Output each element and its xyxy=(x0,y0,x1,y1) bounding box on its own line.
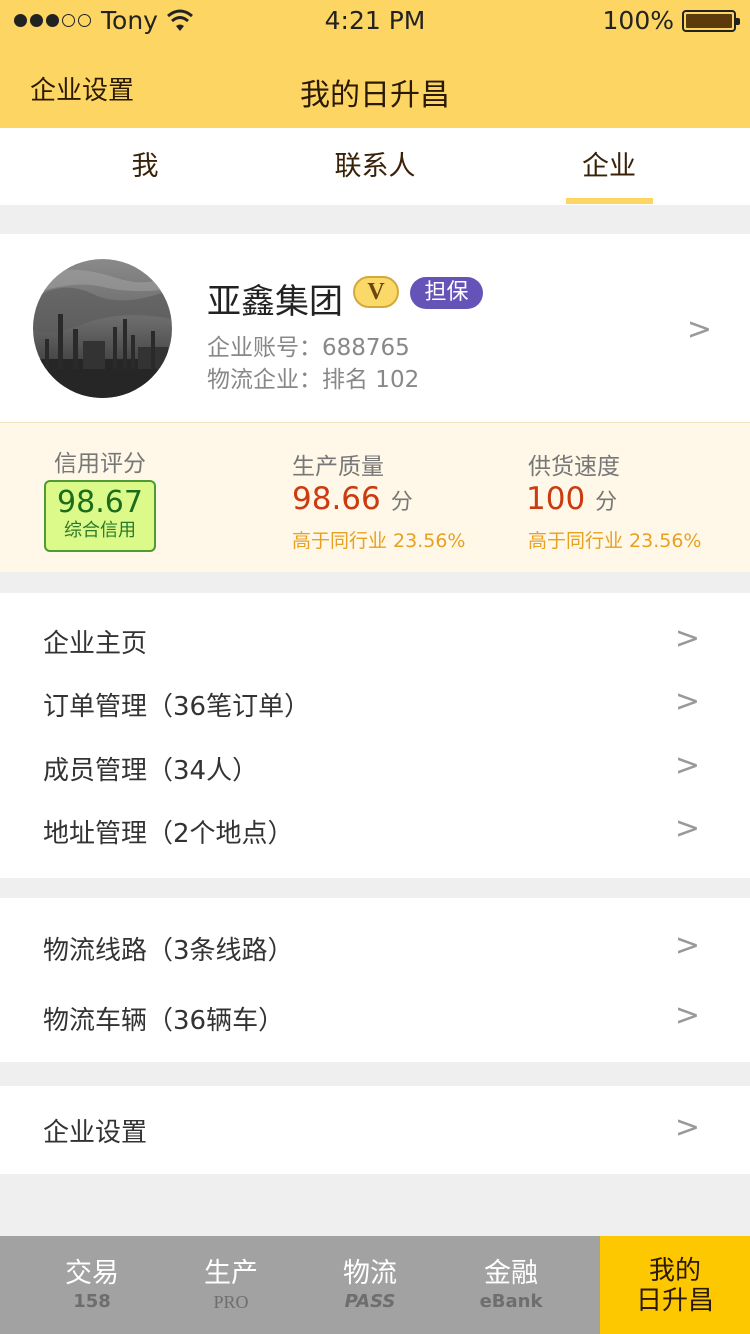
credit-score-sub: 综合信用 xyxy=(64,520,136,541)
chevron-right-icon: > xyxy=(674,1110,700,1145)
quality-unit: 分 xyxy=(390,490,413,515)
credit-score-box: 98.67 综合信用 xyxy=(44,480,156,552)
tab-enterprise[interactable]: 企业 xyxy=(524,128,694,205)
menu-item-label: 物流车辆（36辆车） xyxy=(43,1006,285,1036)
credit-score-value: 98.67 xyxy=(57,485,143,520)
quality-value-group: 98.66 分 xyxy=(292,481,413,517)
bottom-tab-bar: 交易 158 生产 PRO 物流 PASS 金融 eBank 我的 日升昌 xyxy=(0,1236,750,1334)
tab-me[interactable]: 我 xyxy=(60,128,230,205)
tab-trade-label: 交易 xyxy=(65,1258,119,1289)
chevron-right-icon: > xyxy=(674,621,700,656)
menu-item-settings[interactable]: 企业设置 > xyxy=(0,1100,750,1160)
menu-group-enterprise: 企业主页 > 订单管理（36笔订单） > 成员管理（34人） > 地址管理（2个… xyxy=(0,593,750,878)
company-stats: 信用评分 98.67 综合信用 生产质量 98.66 分 高于同行业 23.56%… xyxy=(0,422,750,572)
verified-badge: V xyxy=(353,276,399,308)
quality-label: 生产质量 xyxy=(292,454,384,480)
tab-finance-label: 金融 xyxy=(484,1258,538,1289)
tab-logistics-label: 物流 xyxy=(343,1258,397,1289)
chevron-right-icon: > xyxy=(674,748,700,783)
tab-trade-sub: 158 xyxy=(73,1291,111,1312)
status-bar: Tony 4:21 PM 100% xyxy=(0,0,750,40)
credit-label: 信用评分 xyxy=(54,451,146,477)
menu-group-logistics: 物流线路（3条线路） > 物流车辆（36辆车） > xyxy=(0,898,750,1062)
chevron-right-icon: > xyxy=(674,928,700,963)
menu-item-label: 企业设置 xyxy=(43,1118,148,1148)
battery-group: 100% xyxy=(602,6,740,35)
company-account: 企业账号：688765 xyxy=(207,335,410,361)
battery-icon xyxy=(682,9,740,32)
menu-item-orders[interactable]: 订单管理（36笔订单） > xyxy=(0,674,750,734)
tab-finance[interactable]: 金融 eBank xyxy=(441,1236,581,1334)
menu-item-home[interactable]: 企业主页 > xyxy=(0,611,750,671)
menu-group-settings: 企业设置 > xyxy=(0,1086,750,1174)
speed-unit: 分 xyxy=(595,490,618,515)
active-tab-indicator xyxy=(566,198,653,204)
company-name: 亚鑫集团 xyxy=(207,282,343,322)
page-title: 我的日升昌 xyxy=(300,78,450,113)
menu-item-label: 地址管理（2个地点） xyxy=(43,819,294,849)
speed-compare: 高于同行业 23.56% xyxy=(528,530,702,552)
tab-mine-sub: 日升昌 xyxy=(635,1286,714,1316)
menu-item-addresses[interactable]: 地址管理（2个地点） > xyxy=(0,801,750,861)
tab-mine[interactable]: 我的 日升昌 xyxy=(600,1236,750,1334)
tab-contacts[interactable]: 联系人 xyxy=(290,128,460,205)
chevron-right-icon: > xyxy=(674,998,700,1033)
speed-label: 供货速度 xyxy=(528,454,620,480)
quality-compare: 高于同行业 23.56% xyxy=(292,530,466,552)
speed-value-group: 100 分 xyxy=(526,481,617,517)
tab-logistics[interactable]: 物流 PASS xyxy=(300,1236,440,1334)
chevron-right-icon: > xyxy=(674,811,700,846)
guarantee-badge: 担保 xyxy=(410,277,483,309)
tab-logistics-sub: PASS xyxy=(344,1291,396,1312)
tab-mine-label: 我的 xyxy=(648,1256,701,1286)
menu-item-members[interactable]: 成员管理（34人） > xyxy=(0,738,750,798)
menu-item-routes[interactable]: 物流线路（3条线路） > xyxy=(0,918,750,978)
menu-item-label: 企业主页 xyxy=(43,629,148,659)
speed-value: 100 xyxy=(526,481,586,517)
chevron-right-icon: > xyxy=(674,684,700,719)
chevron-right-icon: > xyxy=(686,312,712,347)
quality-value: 98.66 xyxy=(292,481,381,517)
company-rank: 物流企业：排名 102 xyxy=(207,367,420,393)
app-header: Tony 4:21 PM 100% 企业设置 我的日升昌 xyxy=(0,0,750,128)
menu-item-label: 订单管理（36笔订单） xyxy=(43,692,311,722)
tab-bar-top: 我 联系人 企业 xyxy=(0,128,750,205)
company-avatar xyxy=(33,259,172,398)
tab-production-label: 生产 xyxy=(204,1258,258,1289)
tab-production-sub: PRO xyxy=(213,1292,249,1312)
menu-item-label: 成员管理（34人） xyxy=(43,756,259,786)
menu-item-vehicles[interactable]: 物流车辆（36辆车） > xyxy=(0,988,750,1048)
tab-trade[interactable]: 交易 158 xyxy=(22,1236,162,1334)
tab-finance-sub: eBank xyxy=(479,1291,543,1312)
tab-production[interactable]: 生产 PRO xyxy=(161,1236,301,1334)
menu-item-label: 物流线路（3条线路） xyxy=(43,936,294,966)
battery-percent: 100% xyxy=(602,6,674,35)
company-profile-card[interactable]: 亚鑫集团 V 担保 企业账号：688765 物流企业：排名 102 > xyxy=(0,234,750,422)
